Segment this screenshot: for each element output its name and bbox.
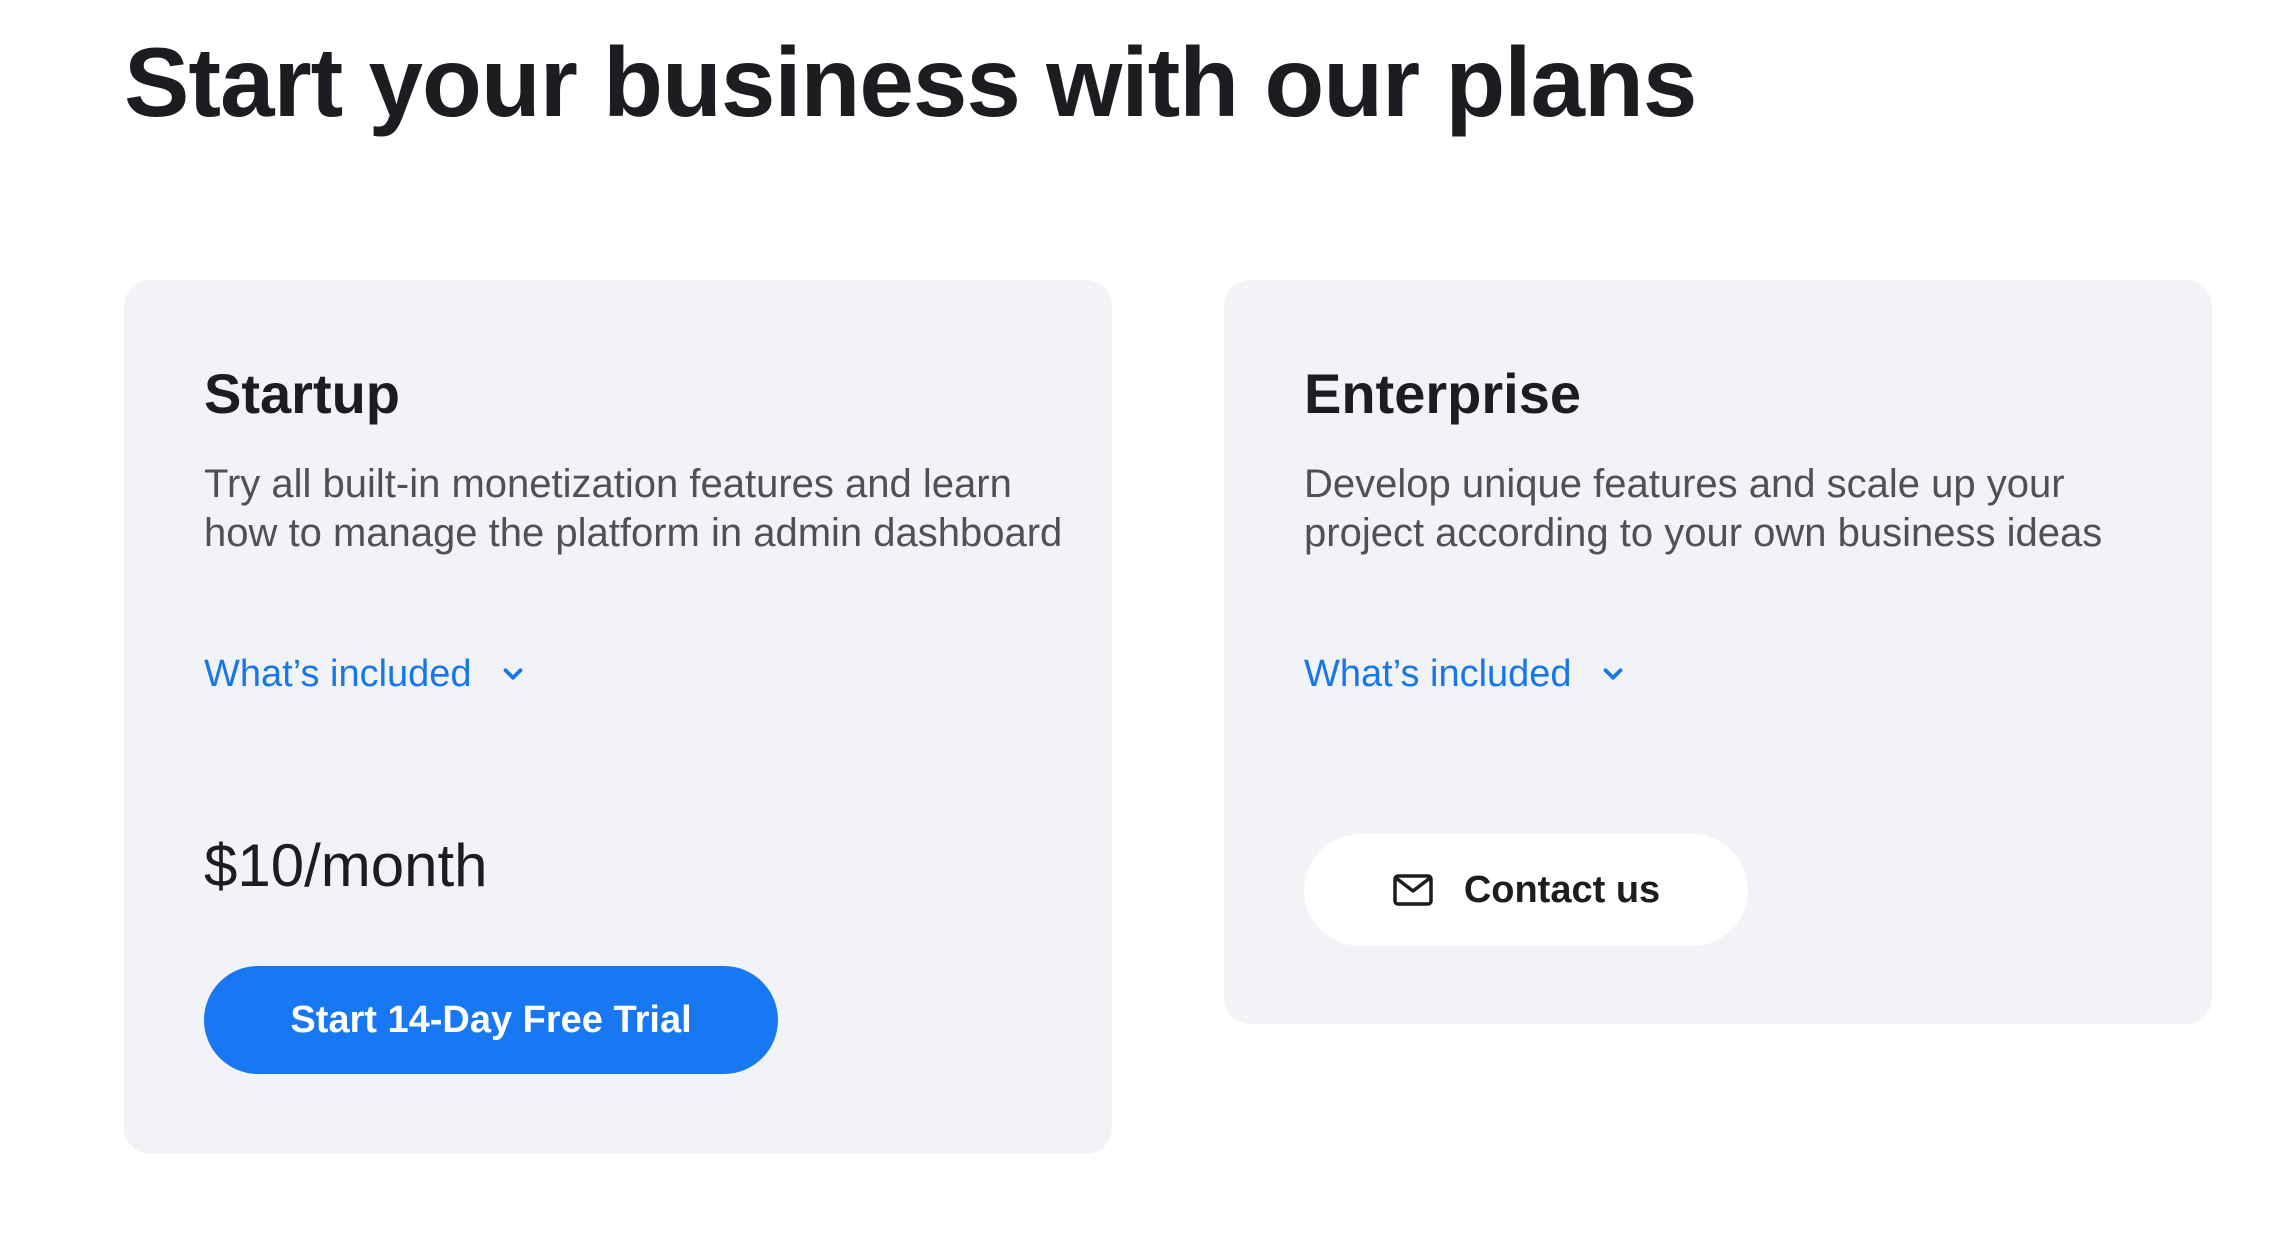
start-free-trial-button[interactable]: Start 14-Day Free Trial	[204, 966, 778, 1074]
whats-included-toggle[interactable]: What’s included	[1304, 650, 1628, 698]
plan-card-enterprise: Enterprise Develop unique features and s…	[1224, 280, 2212, 1024]
whats-included-toggle[interactable]: What’s included	[204, 650, 528, 698]
plan-card-startup: Startup Try all built-in monetization fe…	[124, 280, 1112, 1154]
plan-name: Enterprise	[1304, 362, 1581, 425]
page-title: Start your business with our plans	[124, 27, 1697, 137]
whats-included-label: What’s included	[1304, 653, 1572, 695]
chevron-down-icon	[1603, 668, 1622, 680]
plan-name: Startup	[204, 362, 400, 425]
contact-us-button[interactable]: Contact us	[1304, 834, 1748, 946]
mail-icon	[1393, 874, 1433, 906]
plan-description: Try all built-in monetization features a…	[204, 462, 1063, 555]
plan-price: $10/month	[204, 832, 488, 899]
contact-us-label: Contact us	[1463, 868, 1661, 911]
plan-description: Develop unique features and scale up you…	[1304, 462, 2103, 555]
whats-included-label: What’s included	[204, 653, 472, 695]
chevron-down-icon	[503, 668, 522, 680]
